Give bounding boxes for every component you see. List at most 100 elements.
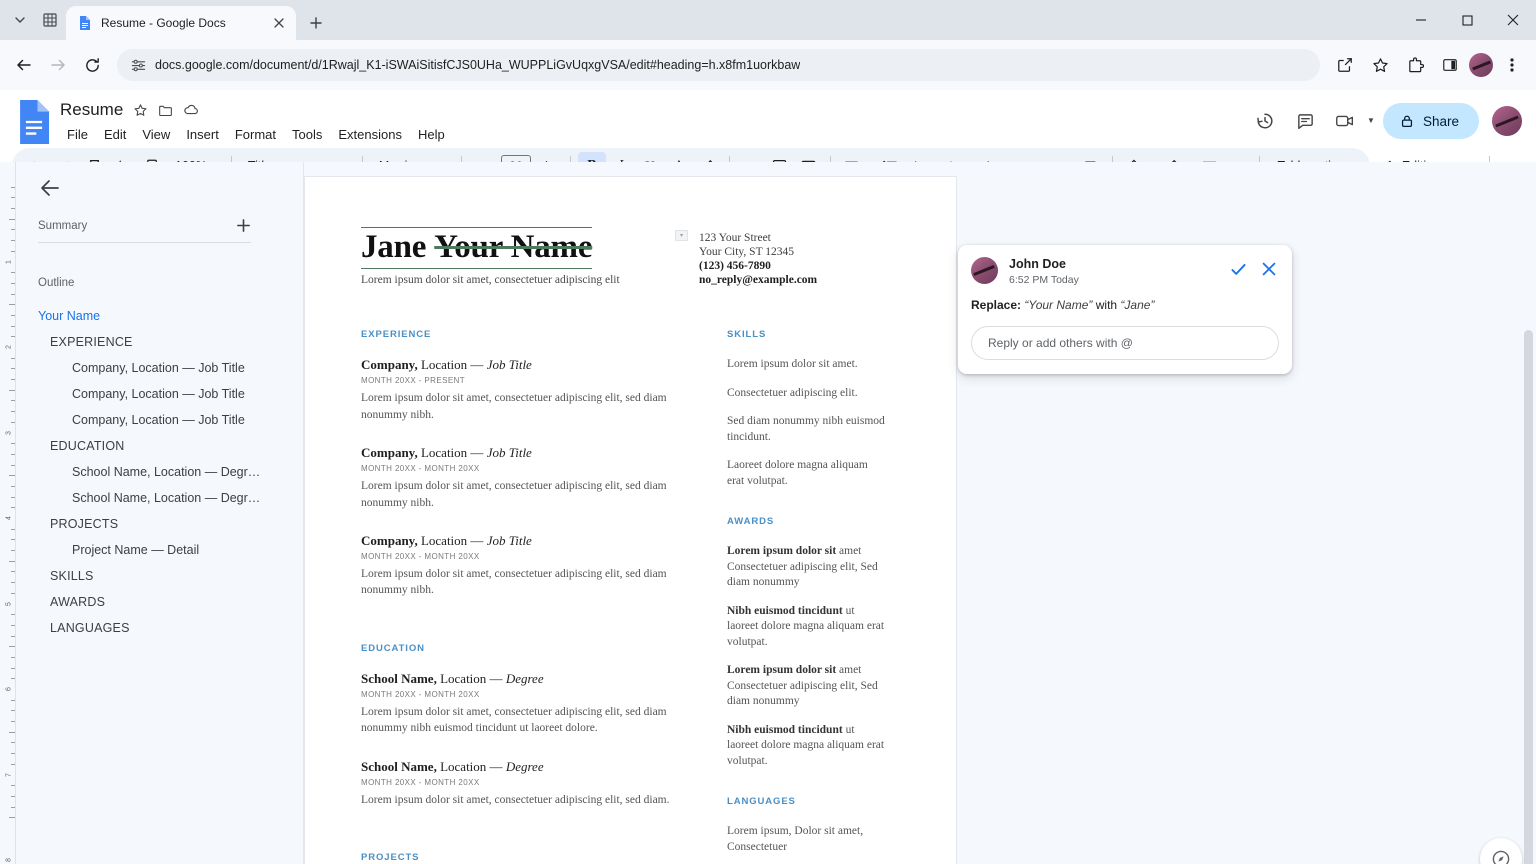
ruler-tick bbox=[11, 197, 15, 199]
ruler-tick bbox=[9, 560, 15, 562]
outline-item[interactable]: LANGUAGES bbox=[38, 615, 285, 641]
vertical-ruler[interactable]: 1 2 3 4 5 6 7 8 bbox=[0, 162, 16, 864]
outline-item[interactable]: Company, Location — Job Title bbox=[38, 407, 285, 433]
resume-entry: Company, Location — Job Title MONTH 20XX … bbox=[361, 445, 679, 511]
menu-tools[interactable]: Tools bbox=[285, 124, 329, 145]
star-icon[interactable] bbox=[133, 103, 148, 118]
omnibox[interactable]: docs.google.com/document/d/1Rwajl_K1-iSW… bbox=[117, 49, 1320, 81]
outline-item-label: Company, Location — Job Title bbox=[72, 361, 245, 375]
profile-avatar[interactable] bbox=[1469, 53, 1493, 77]
vertical-scrollbar[interactable] bbox=[1524, 330, 1533, 864]
close-icon[interactable] bbox=[1259, 259, 1279, 279]
section-heading-skills: SKILLS bbox=[727, 329, 767, 341]
cloud-saved-icon[interactable] bbox=[183, 102, 199, 118]
award-item: Nibh euismod tincidunt ut laoreet dolore… bbox=[727, 604, 887, 651]
chrome-menu-icon[interactable] bbox=[1496, 49, 1528, 81]
menu-format[interactable]: Format bbox=[228, 124, 283, 145]
share-button[interactable]: Share bbox=[1382, 103, 1479, 139]
ruler-tick bbox=[9, 475, 15, 477]
outline-item[interactable]: Project Name — Detail bbox=[38, 537, 285, 563]
browser-tab[interactable]: Resume - Google Docs bbox=[66, 6, 296, 40]
summary-label: Summary bbox=[38, 219, 88, 232]
outline-item[interactable]: AWARDS bbox=[38, 589, 285, 615]
outline-item[interactable]: SKILLS bbox=[38, 563, 285, 589]
suggestion-comment-card[interactable]: John Doe 6:52 PM Today Replace: “Your Na… bbox=[958, 245, 1292, 374]
site-settings-icon[interactable] bbox=[131, 58, 146, 73]
outline-item[interactable]: —Your Name bbox=[38, 303, 285, 329]
menu-file[interactable]: File bbox=[60, 124, 95, 145]
table-column-handle-icon[interactable]: ▾ bbox=[675, 230, 688, 241]
comment-reply-placeholder: Reply or add others with @ bbox=[988, 335, 1133, 350]
document-page[interactable]: Jane Your Name Lorem ipsum dolor sit ame… bbox=[304, 176, 957, 864]
outline-item-label: Your Name bbox=[38, 309, 101, 323]
tab-grid-icon[interactable] bbox=[36, 6, 64, 34]
outline-item[interactable]: School Name, Location — Degr… bbox=[38, 459, 285, 485]
resume-main-column: EXPERIENCE Company, Location — Job Title… bbox=[361, 329, 679, 864]
entry-description: Lorem ipsum dolor sit amet, consectetuer… bbox=[361, 480, 667, 509]
browser-tab-title: Resume - Google Docs bbox=[101, 16, 226, 30]
arrow-back-icon[interactable] bbox=[8, 49, 40, 81]
google-docs-logo[interactable] bbox=[16, 100, 52, 144]
ruler-tick bbox=[11, 592, 15, 594]
ruler-tick bbox=[9, 646, 15, 648]
ruler-number: 4 bbox=[5, 516, 13, 520]
arrow-forward-icon[interactable] bbox=[42, 49, 74, 81]
resume-name-title[interactable]: Jane Your Name bbox=[361, 227, 592, 269]
account-avatar[interactable] bbox=[1492, 106, 1522, 136]
move-to-folder-icon[interactable] bbox=[158, 103, 173, 118]
checkmark-icon[interactable] bbox=[1228, 259, 1248, 279]
tab-search-chevron-icon[interactable] bbox=[6, 6, 34, 34]
menu-insert[interactable]: Insert bbox=[179, 124, 226, 145]
new-tab-button[interactable] bbox=[302, 9, 330, 37]
entry-organization: School Name, bbox=[361, 670, 437, 686]
plus-icon[interactable] bbox=[236, 218, 251, 233]
maximize-icon[interactable] bbox=[1444, 0, 1490, 40]
outline-item-label: PROJECTS bbox=[50, 517, 119, 531]
ruler-number: 1 bbox=[5, 259, 13, 264]
meet-video-icon[interactable] bbox=[1327, 103, 1363, 139]
close-icon[interactable] bbox=[270, 14, 288, 32]
entry-dates: MONTH 20XX - MONTH 20XX bbox=[361, 777, 480, 787]
side-panel-icon[interactable] bbox=[1434, 49, 1466, 81]
arrow-back-icon[interactable] bbox=[38, 176, 64, 202]
languages-list: Lorem ipsum, Dolor sit amet, Consectetue… bbox=[727, 824, 887, 855]
entry-location: Location — bbox=[417, 532, 487, 548]
chevron-down-icon[interactable]: ▼ bbox=[1367, 117, 1375, 125]
award-item: Lorem ipsum dolor sit amet Consectetuer … bbox=[727, 544, 887, 591]
menu-extensions[interactable]: Extensions bbox=[331, 124, 409, 145]
omnibox-url-text: docs.google.com/document/d/1Rwajl_K1-iSW… bbox=[155, 58, 801, 72]
version-history-icon[interactable] bbox=[1247, 103, 1283, 139]
resume-entry: School Name, Location — Degree MONTH 20XX… bbox=[361, 671, 679, 737]
minimize-icon[interactable] bbox=[1398, 0, 1444, 40]
ruler-tick bbox=[11, 240, 15, 242]
reload-icon[interactable] bbox=[76, 49, 108, 81]
menu-edit[interactable]: Edit bbox=[97, 124, 133, 145]
menu-help[interactable]: Help bbox=[411, 124, 452, 145]
page-title[interactable]: Resume bbox=[60, 100, 123, 120]
outline-item[interactable]: School Name, Location — Degr… bbox=[38, 485, 285, 511]
ruler-tick bbox=[11, 785, 15, 787]
outline-item[interactable]: PROJECTS bbox=[38, 511, 285, 537]
ruler-tick bbox=[11, 282, 15, 284]
bookmark-star-icon[interactable] bbox=[1364, 49, 1396, 81]
entry-location: Location — bbox=[436, 670, 506, 686]
outline-item-label: SKILLS bbox=[50, 569, 94, 583]
ruler-tick bbox=[11, 325, 15, 327]
outline-item[interactable]: Company, Location — Job Title bbox=[38, 381, 285, 407]
ruler-tick bbox=[11, 582, 15, 584]
outline-item[interactable]: EXPERIENCE bbox=[38, 329, 285, 355]
comment-history-icon[interactable] bbox=[1287, 103, 1323, 139]
ruler-tick bbox=[11, 453, 15, 455]
menu-view[interactable]: View bbox=[135, 124, 177, 145]
skills-list: Lorem ipsum dolor sit amet. Consectetuer … bbox=[727, 357, 887, 489]
outline-item[interactable]: EDUCATION bbox=[38, 433, 285, 459]
outline-item[interactable]: Company, Location — Job Title bbox=[38, 355, 285, 381]
comment-reply-input[interactable]: Reply or add others with @ bbox=[971, 325, 1279, 360]
share-page-icon[interactable] bbox=[1329, 49, 1361, 81]
close-icon[interactable] bbox=[1490, 0, 1536, 40]
ruler-tick bbox=[11, 443, 15, 445]
ruler-tick bbox=[11, 624, 15, 626]
entry-description: Lorem ipsum dolor sit amet, consectetuer… bbox=[361, 706, 667, 735]
extensions-icon[interactable] bbox=[1399, 49, 1431, 81]
resume-tagline: Lorem ipsum dolor sit amet, consectetuer… bbox=[361, 273, 620, 286]
